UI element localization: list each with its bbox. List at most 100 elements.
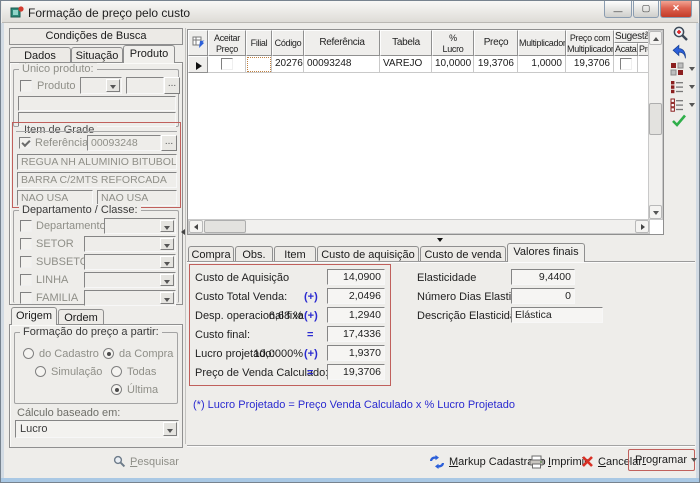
- title-bar[interactable]: Formação de preço pelo custo — ▢ ✕: [2, 1, 698, 23]
- cell-acatar[interactable]: [614, 56, 638, 73]
- produto-browse-button[interactable]: ...: [164, 77, 180, 94]
- imprimir-button[interactable]: Imprimir: [529, 452, 588, 471]
- familia-checkbox[interactable]: [20, 292, 32, 304]
- col-header-preco-multiplicador[interactable]: Preço comMultiplicador: [566, 30, 614, 56]
- tab-valores-finais[interactable]: Valores finais: [507, 243, 585, 262]
- hscroll-thumb[interactable]: [204, 220, 246, 233]
- cell-tabela[interactable]: VAREJO: [380, 56, 432, 73]
- col-header-lucro[interactable]: %Lucro: [432, 30, 474, 56]
- produto-tipo-combo[interactable]: [80, 77, 122, 94]
- combo-dropdown-button[interactable]: [163, 422, 177, 436]
- referencia-browse-button[interactable]: ...: [161, 135, 177, 151]
- radio-simulacao[interactable]: [35, 366, 46, 377]
- produto-desc-field-1[interactable]: [18, 96, 176, 111]
- maximize-button[interactable]: ▢: [633, 1, 659, 18]
- tab-compra[interactable]: Compra: [188, 246, 234, 262]
- grid-options-icon[interactable]: [670, 62, 684, 76]
- grid-options-dropdown-icon[interactable]: [689, 67, 695, 71]
- pesquisar-button[interactable]: Pesquisar: [113, 452, 179, 471]
- subsetor-checkbox[interactable]: [20, 256, 32, 268]
- detail-splitter-icon[interactable]: [437, 238, 443, 242]
- combo-dropdown-button[interactable]: [106, 79, 120, 92]
- list-outline-dropdown-icon[interactable]: [689, 103, 695, 107]
- col-header-preco[interactable]: Preço: [474, 30, 518, 56]
- elasticidade-value[interactable]: 9,4400: [511, 269, 575, 285]
- setor-combo[interactable]: [84, 236, 176, 252]
- tab-dados-sobre[interactable]: Dados sobre: [9, 47, 71, 63]
- tab-obs[interactable]: Obs.: [235, 246, 273, 262]
- aceitar-checkbox[interactable]: [221, 58, 233, 70]
- custo-final-value[interactable]: 17,4336: [327, 326, 385, 342]
- preco-venda-calculado-value[interactable]: 19,3706: [327, 364, 385, 380]
- custo-aquisicao-value[interactable]: 14,0900: [327, 269, 385, 285]
- col-header-sugestao[interactable]: Sugestão: [614, 30, 650, 43]
- minimize-button[interactable]: —: [604, 1, 632, 18]
- linha-combo[interactable]: [84, 272, 176, 288]
- vscroll-thumb[interactable]: [649, 103, 662, 135]
- scroll-left-button[interactable]: [189, 220, 203, 233]
- linha-checkbox[interactable]: [20, 274, 32, 286]
- acatar-checkbox[interactable]: [620, 58, 632, 70]
- cell-perc-lucro[interactable]: 10,0000: [432, 56, 474, 73]
- cell-codigo[interactable]: 20276: [272, 56, 304, 73]
- close-button[interactable]: ✕: [660, 1, 692, 18]
- grid-corner-header[interactable]: [188, 30, 208, 56]
- referencia-checkbox[interactable]: [19, 137, 31, 149]
- col-header-multiplicador[interactable]: Multiplicador: [518, 30, 566, 56]
- list-outline-icon[interactable]: [670, 98, 684, 112]
- tab-item[interactable]: Item: [274, 246, 316, 262]
- tab-custo-venda[interactable]: Custo de venda: [420, 246, 506, 262]
- row-indicator[interactable]: [188, 56, 208, 73]
- descricao-elasticidade-value[interactable]: Elástica: [511, 307, 603, 323]
- splitter-collapse-icon[interactable]: [181, 229, 185, 235]
- programar-button[interactable]: Programar: [628, 449, 695, 471]
- list-style-dropdown-icon[interactable]: [689, 85, 695, 89]
- zoom-in-icon[interactable]: [672, 25, 689, 42]
- tab-produto[interactable]: Produto: [123, 45, 175, 63]
- undo-icon[interactable]: [671, 44, 688, 61]
- radio-da-compra[interactable]: [103, 348, 114, 359]
- col-header-tabela[interactable]: Tabela: [380, 30, 432, 56]
- tab-custo-aquisicao[interactable]: Custo de aquisição: [317, 246, 419, 262]
- col-header-referencia[interactable]: Referência: [304, 30, 380, 56]
- programar-dropdown-icon[interactable]: [691, 458, 697, 462]
- panel-splitter[interactable]: [185, 28, 186, 444]
- dias-elasticidade-value[interactable]: 0: [511, 288, 575, 304]
- col-header-filial[interactable]: Filial: [246, 30, 272, 56]
- col-header-codigo[interactable]: Código: [272, 30, 304, 56]
- grid-hscrollbar[interactable]: [188, 219, 650, 234]
- produto-codigo-field[interactable]: [126, 77, 164, 94]
- cell-multiplicador[interactable]: 1,0000: [518, 56, 566, 73]
- setor-checkbox[interactable]: [20, 238, 32, 250]
- radio-ultima[interactable]: [111, 384, 122, 395]
- radio-todas[interactable]: [111, 366, 122, 377]
- list-style-icon[interactable]: [670, 80, 684, 94]
- subsetor-combo[interactable]: [84, 254, 176, 270]
- desp-operacional-value[interactable]: 1,2940: [327, 307, 385, 323]
- tab-situacao[interactable]: Situação: [71, 47, 123, 63]
- cell-referencia[interactable]: 00093248: [304, 56, 380, 73]
- col-header-aceitar-preco[interactable]: AceitarPreço: [208, 30, 246, 56]
- item-desc-field-2[interactable]: BARRA C/2MTS REFORCADA: [17, 172, 177, 188]
- apply-check-icon[interactable]: [671, 113, 687, 128]
- custo-total-venda-value[interactable]: 2,0496: [327, 288, 385, 304]
- familia-combo[interactable]: [84, 290, 176, 306]
- departamento-checkbox[interactable]: [20, 220, 32, 232]
- scroll-up-button[interactable]: [649, 31, 662, 45]
- tab-ordem[interactable]: Ordem: [58, 309, 104, 325]
- cell-filial[interactable]: [246, 56, 272, 73]
- produto-checkbox[interactable]: [20, 80, 32, 92]
- col-header-acatar[interactable]: Acatar: [614, 43, 638, 56]
- referencia-code-field[interactable]: 00093248: [87, 135, 161, 151]
- radio-do-cadastro[interactable]: [23, 348, 34, 359]
- calculo-combo[interactable]: Lucro: [15, 420, 179, 438]
- cell-aceitar-preco[interactable]: [208, 56, 246, 73]
- scroll-right-button[interactable]: [635, 220, 649, 233]
- scroll-down-button[interactable]: [649, 205, 662, 219]
- cell-preco-multiplicador[interactable]: 19,3706: [566, 56, 614, 73]
- cell-preco[interactable]: 19,3706: [474, 56, 518, 73]
- departamento-combo[interactable]: [104, 218, 176, 234]
- tab-origem[interactable]: Origem: [11, 307, 57, 325]
- lucro-projetado-value[interactable]: 1,9370: [327, 345, 385, 361]
- item-desc-field-1[interactable]: REGUA NH ALUMINIO BITUBOLAR: [17, 154, 177, 170]
